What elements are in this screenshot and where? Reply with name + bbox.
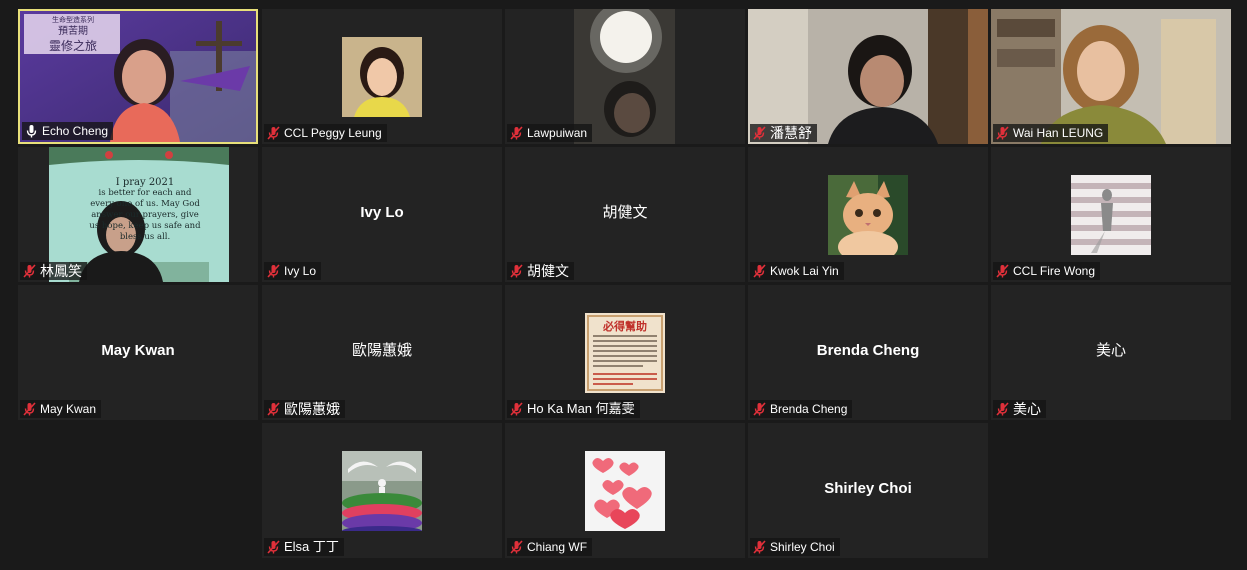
participant-tile-wai-han-leung[interactable]: Wai Han LEUNG: [991, 9, 1231, 144]
muted-microphone-icon: [267, 540, 280, 554]
participant-tile-ho-ka-man[interactable]: 必得幫助 Ho Ka Man 何嘉雯: [505, 285, 745, 420]
participant-tile-kwok-lai-yin[interactable]: Kwok Lai Yin: [748, 147, 988, 282]
participant-tile-shirley-choi[interactable]: Shirley Choi Shirley Choi: [748, 423, 988, 558]
microphone-icon: [26, 124, 37, 138]
muted-microphone-icon: [23, 264, 36, 278]
muted-microphone-icon: [510, 402, 523, 416]
participant-tile-brenda-cheng[interactable]: Brenda Cheng Brenda Cheng: [748, 285, 988, 420]
participant-display-name: 美心: [1095, 342, 1126, 359]
muted-microphone-icon: [510, 126, 523, 140]
participant-tile-mei-sum[interactable]: 美心 美心: [991, 285, 1231, 420]
participant-tile-lawpuiwan[interactable]: Lawpuiwan: [505, 9, 745, 144]
poster-title: 必得幫助: [603, 321, 647, 333]
participant-tile-ccl-fire-wong[interactable]: CCL Fire Wong: [991, 147, 1231, 282]
participant-name-label: 胡健文: [507, 262, 574, 280]
participant-tile-lam-fung-siu[interactable]: I pray 2021 is better for each and every…: [18, 147, 258, 282]
participant-name-label: Shirley Choi: [750, 538, 840, 556]
thumbnail-message: I pray 2021 is better for each and every…: [89, 177, 201, 242]
muted-microphone-icon: [510, 540, 523, 554]
participant-tile-echo-cheng[interactable]: 生命型造系列 預苦期 靈修之旅 Echo Cheng: [18, 9, 258, 144]
profile-picture: [1071, 175, 1151, 255]
muted-microphone-icon: [996, 264, 1009, 278]
participant-tile-wu-kin-man[interactable]: 胡健文 胡健文: [505, 147, 745, 282]
participant-name-label: Kwok Lai Yin: [750, 262, 844, 280]
muted-microphone-icon: [267, 402, 280, 416]
participant-tile-au-yeung-wai-ngo[interactable]: 歐陽蕙娥 歐陽蕙娥: [262, 285, 502, 420]
participant-tile-poon-wai-shu[interactable]: 潘慧舒: [748, 9, 988, 144]
profile-picture: [342, 37, 422, 117]
thumbnail-banner: 生命型造系列 預苦期 靈修之旅: [48, 16, 97, 53]
participant-display-name: Shirley Choi: [824, 480, 912, 497]
participant-name-label: 美心: [993, 400, 1046, 418]
participant-tile-elsa[interactable]: Elsa 丁丁: [262, 423, 502, 558]
participant-name-label: 潘慧舒: [750, 124, 817, 142]
participant-name-label: Ho Ka Man 何嘉雯: [507, 400, 640, 418]
participant-display-name: May Kwan: [101, 342, 175, 359]
profile-picture-cat: [828, 175, 908, 255]
participant-display-name: 胡健文: [602, 204, 648, 221]
profile-picture-poster: 必得幫助: [585, 313, 665, 393]
participant-display-name: Ivy Lo: [360, 204, 404, 221]
participant-tile-chiang-wf[interactable]: Chiang WF: [505, 423, 745, 558]
participant-name-label: Wai Han LEUNG: [993, 124, 1109, 142]
muted-microphone-icon: [267, 264, 280, 278]
muted-microphone-icon: [753, 126, 766, 140]
participant-name-label: Chiang WF: [507, 538, 593, 556]
participant-name-label: May Kwan: [20, 400, 102, 418]
muted-microphone-icon: [753, 264, 766, 278]
participant-name-label: CCL Fire Wong: [993, 262, 1101, 280]
muted-microphone-icon: [267, 126, 280, 140]
participant-name-label: 歐陽蕙娥: [264, 400, 345, 418]
profile-picture-garden: [342, 451, 422, 531]
participant-name-label: Elsa 丁丁: [264, 538, 344, 556]
participant-name-label: Ivy Lo: [264, 262, 322, 280]
muted-microphone-icon: [996, 402, 1009, 416]
muted-microphone-icon: [23, 402, 36, 416]
participant-display-name: 歐陽蕙娥: [351, 342, 412, 359]
participant-name-label: 林鳳笑: [20, 262, 87, 280]
participant-name-label: Lawpuiwan: [507, 124, 593, 142]
muted-microphone-icon: [753, 540, 766, 554]
participant-name-label: Echo Cheng: [22, 122, 114, 140]
muted-microphone-icon: [753, 402, 766, 416]
participant-name-label: CCL Peggy Leung: [264, 124, 387, 142]
participant-tile-may-kwan[interactable]: May Kwan May Kwan: [18, 285, 258, 420]
participant-name-label: Brenda Cheng: [750, 400, 853, 418]
participant-tile-ccl-peggy-leung[interactable]: CCL Peggy Leung: [262, 9, 502, 144]
participant-display-name: Brenda Cheng: [816, 342, 920, 359]
participant-tile-ivy-lo[interactable]: Ivy Lo Ivy Lo: [262, 147, 502, 282]
profile-picture-hearts: [585, 451, 665, 531]
muted-microphone-icon: [510, 264, 523, 278]
muted-microphone-icon: [996, 126, 1009, 140]
